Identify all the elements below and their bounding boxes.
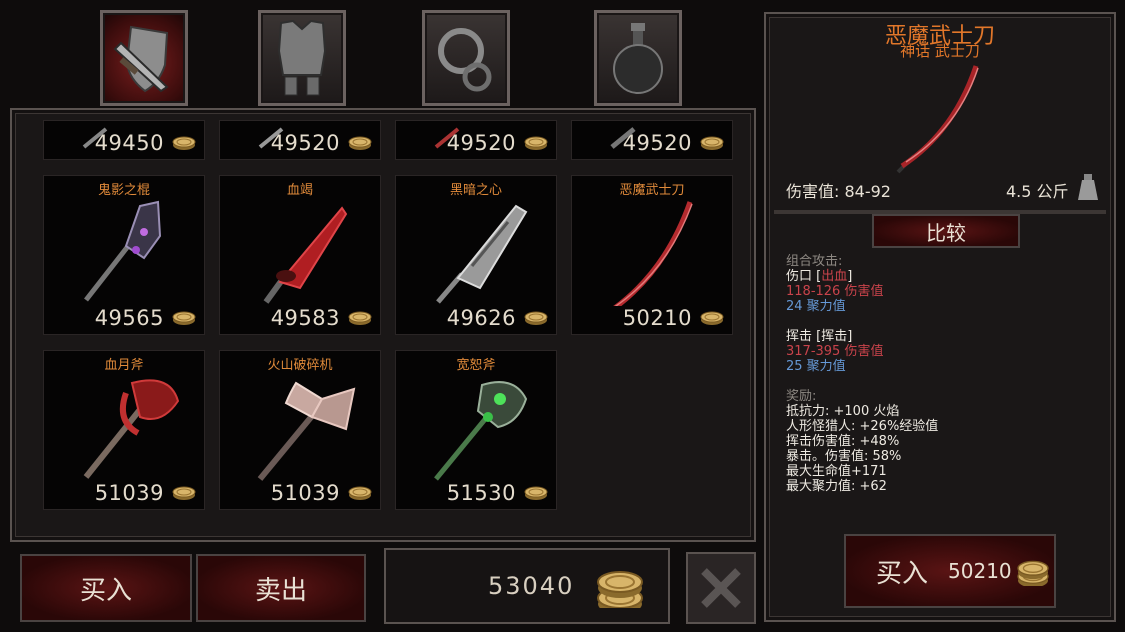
item-price: 51039 <box>270 481 340 505</box>
bonus-header: 奖励: <box>786 389 817 404</box>
item-price: 49565 <box>94 306 164 330</box>
bonus-line: 抵抗力: +100 火焰 <box>786 404 900 419</box>
buy-label: 买入 <box>876 558 929 589</box>
buy-price: 50210 <box>948 559 1012 583</box>
hilt-icon <box>610 127 636 149</box>
coin-icon <box>348 486 372 501</box>
item-slot[interactable]: 宽恕斧 51530 <box>395 350 557 510</box>
purple-mace-icon <box>84 200 162 302</box>
coin-icon <box>524 311 548 326</box>
rings-tab[interactable] <box>422 10 510 106</box>
bonus-line: 最大生命值+171 <box>786 464 887 479</box>
bonus-line: 暴击。伤害值: 58% <box>786 449 902 464</box>
item-slot[interactable]: 火山破碎机 51039 <box>219 350 381 510</box>
gold-panel: 53040 <box>384 548 670 624</box>
ring-icon <box>438 28 492 92</box>
gold-coins-icon <box>597 571 643 608</box>
item-slot[interactable]: 血月斧 51039 <box>43 350 205 510</box>
coin-icon <box>524 136 548 151</box>
bonus-line: 挥击伤害值: +48% <box>786 434 900 449</box>
weight-icon <box>1078 174 1098 200</box>
sword-shield-icon <box>113 25 169 93</box>
item-price: 49583 <box>270 306 340 330</box>
red-dagger-icon <box>434 127 460 149</box>
red-axe-icon <box>83 379 180 479</box>
coin-icon <box>1016 560 1049 586</box>
combo1-name: 伤口 [出血] <box>786 269 853 284</box>
item-slot[interactable]: 恶魔武士刀 50210 <box>571 175 733 335</box>
armor-icon <box>277 19 327 96</box>
coin-icon <box>172 311 196 326</box>
katana-icon <box>613 201 693 306</box>
coin-icon <box>172 136 196 151</box>
mace-handle-icon <box>258 127 284 149</box>
potions-tab[interactable] <box>594 10 682 106</box>
combo2-name: 挥击 [挥击] <box>786 329 853 344</box>
green-axe-icon <box>434 381 528 481</box>
combo1-focus: 24 聚力值 <box>786 299 846 314</box>
item-slot[interactable]: 49450 <box>43 120 205 160</box>
combo2-damage: 317-395 伤害值 <box>786 344 884 359</box>
item-price: 51530 <box>446 481 516 505</box>
weight-value: 4.5 公斤 <box>1006 182 1069 201</box>
buy-button[interactable]: 买入 <box>20 554 192 622</box>
bonus-line: 最大聚力值: +62 <box>786 479 887 494</box>
combo1-damage: 118-126 伤害值 <box>786 284 884 299</box>
silver-sword-icon <box>436 204 528 304</box>
detail-buy-button[interactable]: 买入 50210 <box>844 534 1056 608</box>
damage-value: 伤害值: 84-92 <box>786 182 891 201</box>
gold-amount: 53040 <box>488 572 575 600</box>
coin-icon <box>348 311 372 326</box>
katana-preview-icon <box>896 65 979 174</box>
dagger-icon <box>82 127 108 149</box>
item-price: 50210 <box>622 306 692 330</box>
bonus-line: 人形怪猎人: +26%经验值 <box>786 419 939 434</box>
item-slot[interactable]: 49520 <box>395 120 557 160</box>
red-blade-icon <box>263 206 348 304</box>
coin-icon <box>700 311 724 326</box>
coin-icon <box>524 486 548 501</box>
combo2-focus: 25 聚力值 <box>786 359 846 374</box>
close-button[interactable] <box>686 552 756 624</box>
weapons-tab[interactable] <box>100 10 188 106</box>
compare-button[interactable]: 比较 <box>872 214 1020 248</box>
close-x-icon <box>701 568 741 608</box>
item-slot[interactable]: 49520 <box>571 120 733 160</box>
coin-icon <box>348 136 372 151</box>
potion-icon <box>613 23 663 94</box>
armor-tab[interactable] <box>258 10 346 106</box>
item-subtitle: 神话 武士刀 <box>900 42 980 60</box>
item-slot[interactable]: 49520 <box>219 120 381 160</box>
item-slot[interactable]: 鬼影之棍 49565 <box>43 175 205 335</box>
item-price: 49626 <box>446 306 516 330</box>
combo-header: 组合攻击: <box>786 254 843 269</box>
coin-icon <box>172 486 196 501</box>
double-axe-icon <box>257 381 356 481</box>
sell-button[interactable]: 卖出 <box>196 554 366 622</box>
item-slot[interactable]: 血竭 49583 <box>219 175 381 335</box>
item-slot[interactable]: 黑暗之心 49626 <box>395 175 557 335</box>
coin-icon <box>700 136 724 151</box>
item-price: 51039 <box>94 481 164 505</box>
